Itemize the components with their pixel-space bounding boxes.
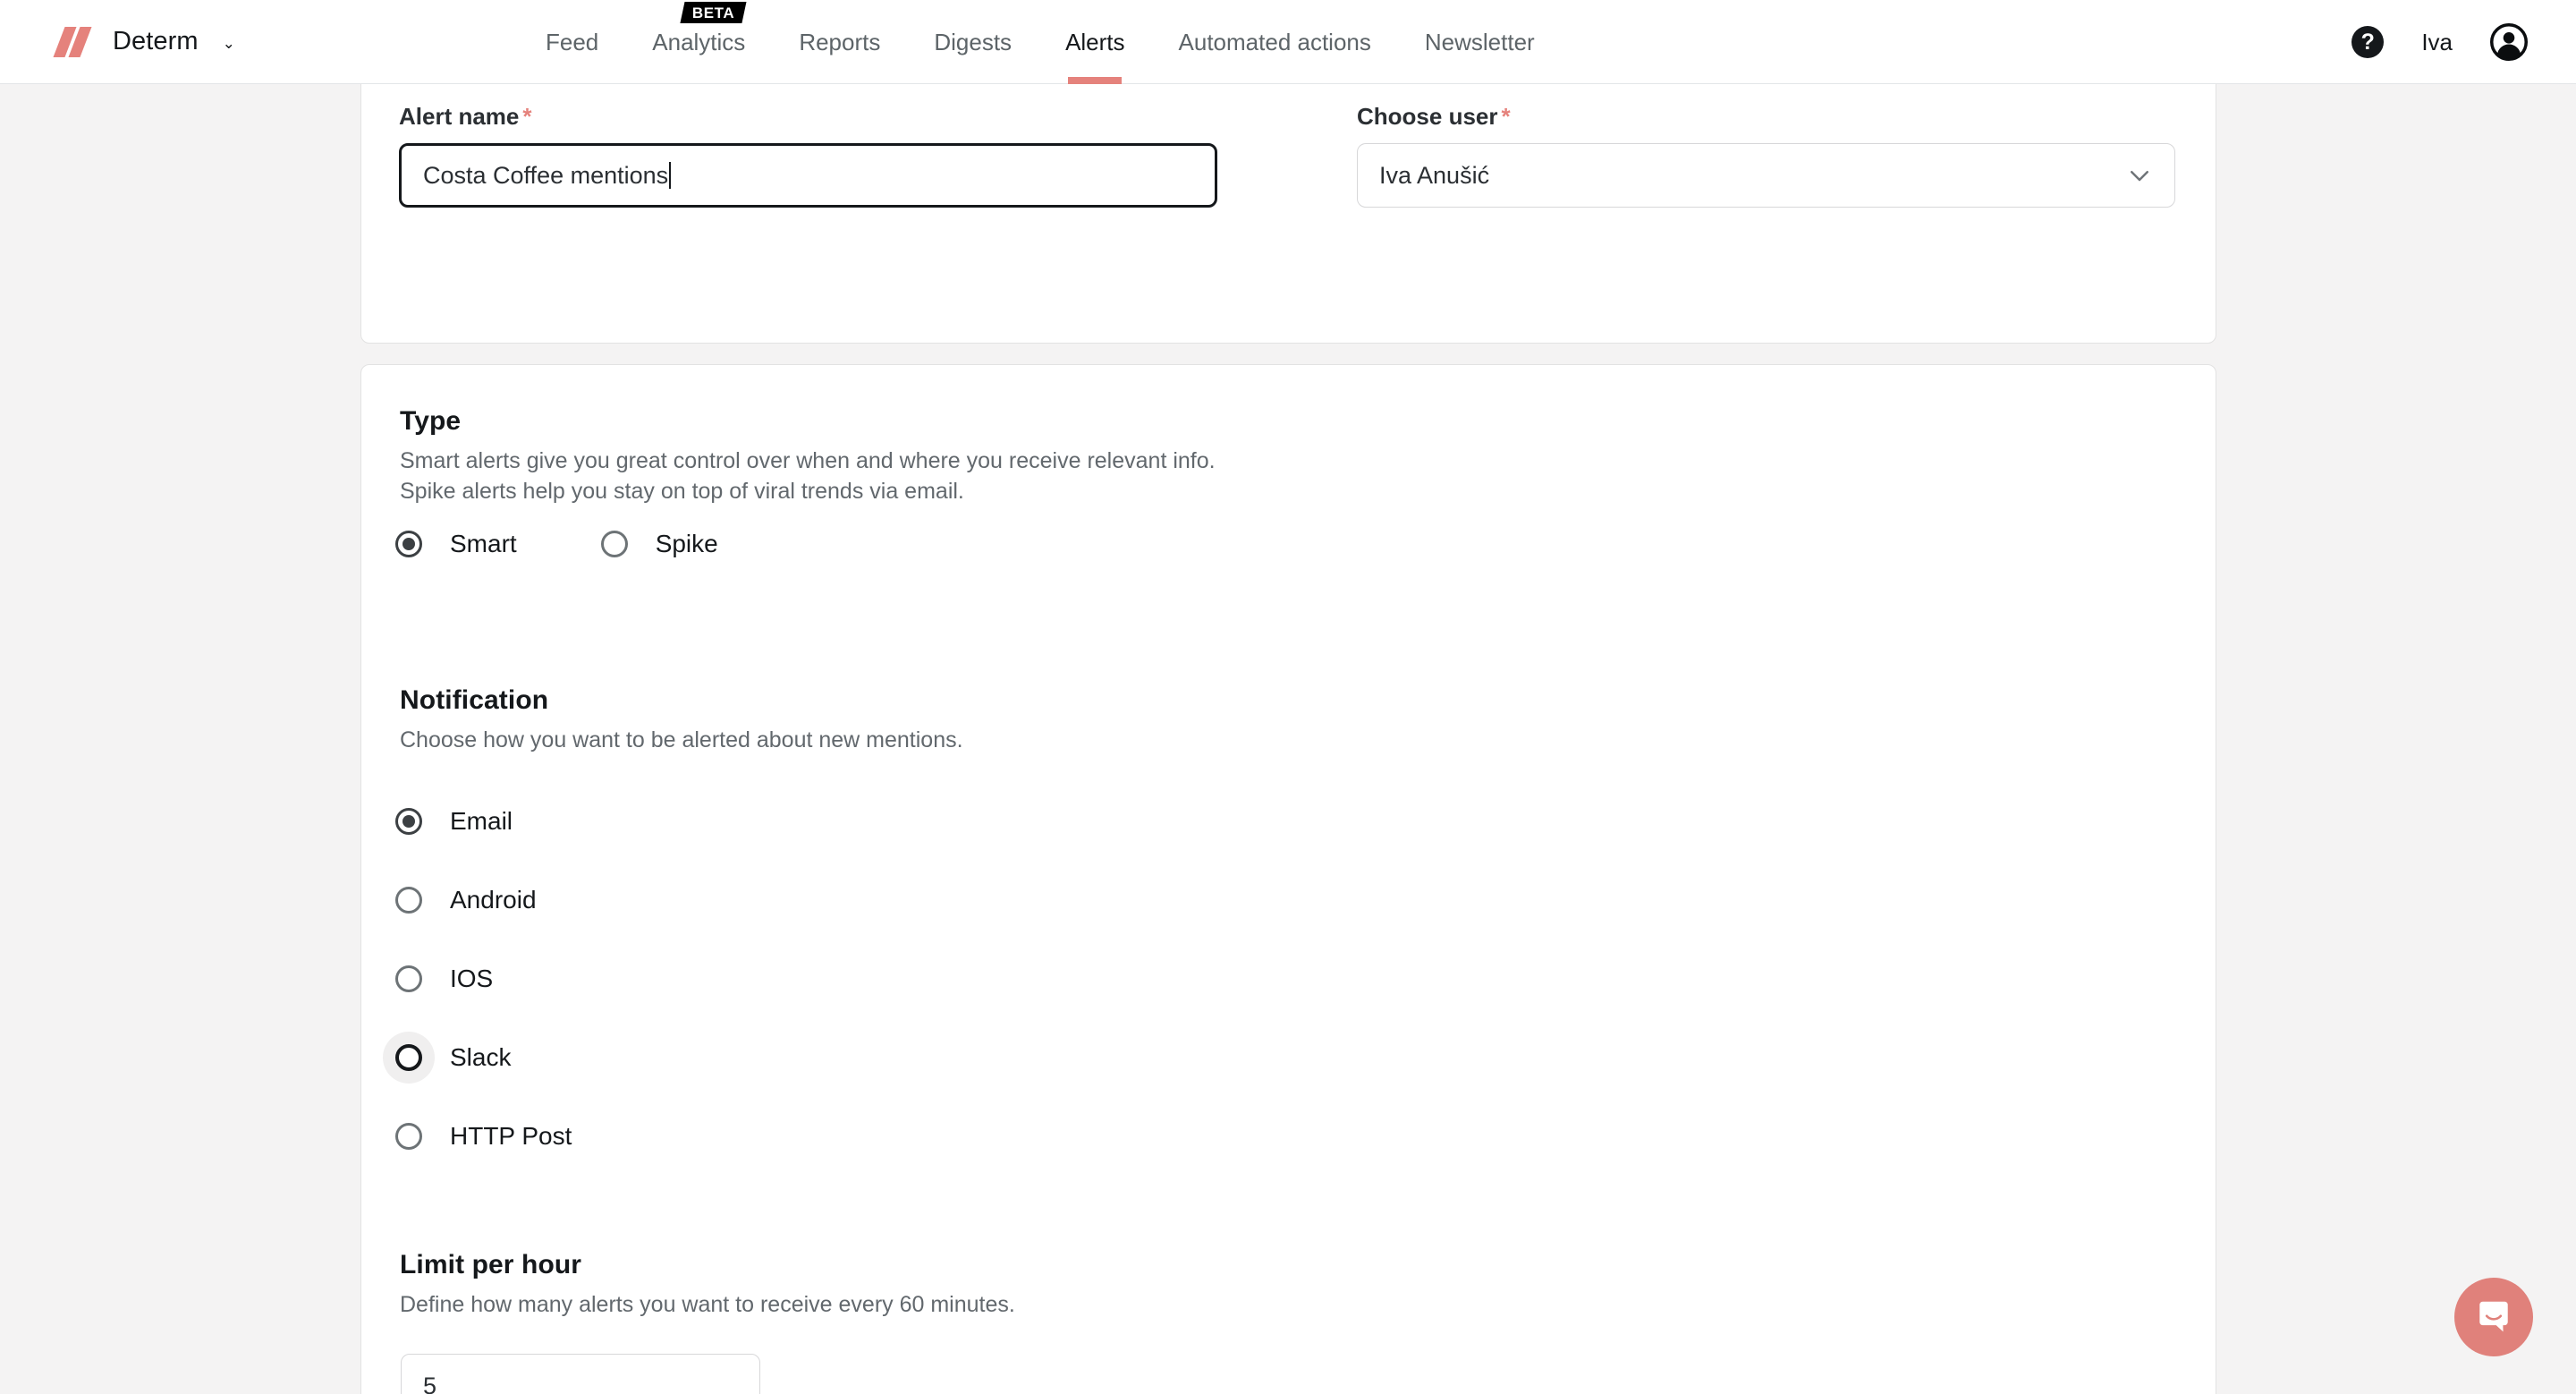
radio-option-email[interactable]: Email [383,782,572,861]
nav-item-automated-actions[interactable]: Automated actions [1152,0,1398,84]
type-section-title: Type [400,406,462,436]
radio-option-label: HTTP Post [450,1122,572,1150]
radio-option-label: Android [450,886,537,914]
radio-option-label: IOS [450,965,494,992]
notification-section-description: Choose how you want to be alerted about … [400,727,963,752]
brand-switcher[interactable]: Determ ⌄ [53,26,235,57]
limit-section-description: Define how many alerts you want to recei… [400,1292,1015,1317]
beta-badge: BETA [680,2,748,23]
radio-option-smart[interactable]: Smart [383,518,517,570]
type-section: Type Smart alerts give you great control… [400,406,1216,506]
radio-slack-icon [383,1032,435,1084]
intercom-chat-button[interactable] [2454,1278,2533,1356]
radio-option-http-post[interactable]: HTTP Post [383,1097,572,1176]
radio-option-ios[interactable]: IOS [383,939,572,1018]
nav-item-label: Alerts [1065,28,1125,55]
notification-section: Notification Choose how you want to be a… [400,685,963,755]
radio-android-icon [383,874,435,926]
radio-http-post-icon [383,1110,435,1162]
current-user-name: Iva [2421,28,2453,55]
radio-option-slack[interactable]: Slack [383,1018,572,1097]
radio-ios-icon [383,953,435,1005]
page-content: Alert name * Costa Coffee mentions Choose… [0,84,2576,1394]
brand-name: Determ [113,27,199,55]
text-cursor [669,162,672,189]
nav-item-newsletter[interactable]: Newsletter [1398,0,1562,84]
chevron-down-icon [2126,162,2153,189]
main-nav: Feed BETA Analytics Reports Digests Aler… [519,0,1562,84]
nav-item-label: Newsletter [1424,28,1535,55]
choose-user-field-group: Choose user * Iva Anušić [1357,103,2175,208]
nav-item-label: Feed [546,28,599,55]
type-desc-line-1: Smart alerts give you great control over… [400,448,1216,473]
top-bar-right-actions: ? Iva [2351,0,2528,84]
alert-name-label: Alert name * [399,103,532,130]
type-section-description: Smart alerts give you great control over… [400,446,1216,506]
avatar[interactable] [2490,23,2528,61]
radio-option-label: Email [450,807,513,835]
radio-email-icon [383,795,435,847]
nav-item-feed[interactable]: Feed [519,0,625,84]
required-marker: * [522,103,532,130]
choose-user-label: Choose user * [1357,103,1511,130]
limit-per-hour-input[interactable]: 5 [401,1354,760,1394]
choose-user-value: Iva Anušić [1379,161,1490,189]
radio-option-label: Spike [655,530,718,557]
nav-item-reports[interactable]: Reports [772,0,907,84]
chevron-down-icon: ⌄ [222,35,235,52]
nav-item-label: Analytics [652,28,746,55]
nav-item-alerts[interactable]: Alerts [1038,0,1151,84]
radio-option-android[interactable]: Android [383,861,572,939]
chat-bubble-icon [2479,1301,2508,1332]
radio-option-spike[interactable]: Spike [589,518,718,570]
determ-logo-icon [53,26,93,57]
choose-user-select[interactable]: Iva Anušić [1357,143,2175,208]
radio-spike-icon [589,518,640,570]
type-desc-line-2: Spike alerts help you stay on top of vir… [400,479,964,504]
type-radio-group: Smart Spike [383,518,718,570]
radio-option-label: Slack [450,1043,512,1071]
alert-name-input[interactable]: Costa Coffee mentions [399,143,1217,208]
alert-settings-card: Type Smart alerts give you great control… [360,364,2216,1394]
help-icon[interactable]: ? [2351,26,2385,58]
limit-per-hour-value: 5 [423,1372,437,1394]
notification-radio-group: Email Android IOS Slack HTTP Post [383,782,572,1176]
top-navigation-bar: Determ ⌄ Feed BETA Analytics Reports Dig… [0,0,2576,84]
nav-item-label: Digests [934,28,1013,55]
basic-info-card: Alert name * Costa Coffee mentions Choose… [360,84,2216,344]
alert-name-value: Costa Coffee mentions [423,161,669,189]
required-marker: * [1501,103,1511,130]
limit-section-title: Limit per hour [400,1250,582,1279]
alert-name-field-group: Alert name * Costa Coffee mentions [399,103,1217,208]
nav-item-digests[interactable]: Digests [907,0,1038,84]
nav-item-label: Automated actions [1178,28,1371,55]
nav-item-analytics[interactable]: BETA Analytics [625,0,772,84]
nav-item-label: Reports [799,28,881,55]
radio-smart-icon [383,518,435,570]
notification-section-title: Notification [400,685,549,715]
limit-per-hour-section: Limit per hour Define how many alerts yo… [400,1250,1015,1320]
radio-option-label: Smart [450,530,517,557]
